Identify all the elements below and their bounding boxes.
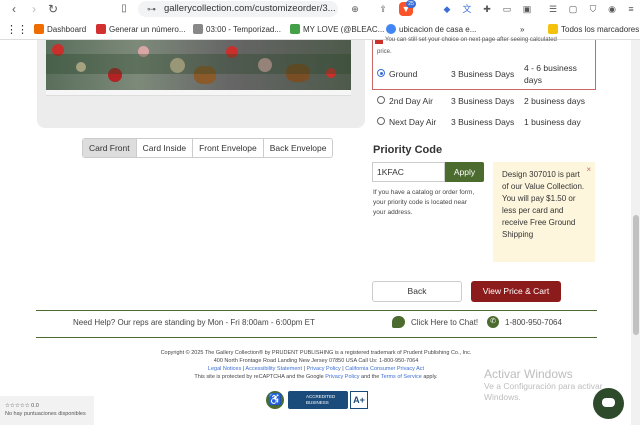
help-bar: Need Help? Our reps are standing by Mon …	[36, 310, 597, 338]
browser-chrome: ‹ › ↻ ▯ ⊶ gallerycollection.com/customiz…	[0, 0, 640, 40]
ground-label: Ground	[389, 69, 418, 79]
chat-icon[interactable]	[392, 316, 405, 328]
translate-icon[interactable]: 文	[460, 2, 474, 16]
bookmark-item[interactable]: 03:00 - Temporizad...	[193, 24, 281, 36]
bbb-badge[interactable]: ACCREDITED BUSINESS	[288, 391, 348, 409]
dashboard-favicon-icon	[34, 24, 44, 34]
apps-grid-icon[interactable]: ⋮⋮	[6, 24, 28, 36]
generator-favicon-icon	[96, 24, 106, 34]
google-privacy-link[interactable]: Privacy Policy	[325, 374, 359, 380]
footer-links: Legal Notices | Accessibility Statement …	[207, 366, 425, 372]
shipping-note-2: price.	[377, 49, 392, 55]
recaptcha-text: This site is protected by reCAPTCHA and …	[194, 374, 438, 380]
copyright-text: Copyright © 2025 The Gallery Collection®…	[160, 350, 472, 356]
mylove-favicon-icon	[290, 24, 300, 34]
bbb-grade: A+	[350, 391, 368, 409]
ground-delivery-2: days	[524, 75, 542, 85]
tab-back-envelope[interactable]: Back Envelope	[264, 139, 333, 157]
google-favicon-icon	[386, 24, 396, 34]
ground-time: 3 Business Days	[451, 69, 515, 79]
bookmark-item[interactable]: Dashboard	[34, 24, 86, 36]
chat-link[interactable]: Click Here to Chat!	[411, 318, 478, 327]
bookmark-item[interactable]: MY LOVE (@BLEAC...	[290, 24, 384, 36]
promo-box: × Design 307010 is part of our Value Col…	[493, 162, 595, 262]
greenery	[46, 54, 351, 74]
accessibility-icon[interactable]: ♿	[266, 391, 284, 409]
next-day-air-label: Next Day Air	[389, 117, 437, 127]
forward-nav-icon[interactable]: ›	[26, 2, 42, 16]
phone-icon: ✆	[487, 316, 499, 328]
terms-link[interactable]: Terms of Service	[381, 374, 422, 380]
radio-ground[interactable]	[377, 69, 385, 77]
share-icon[interactable]: ⇪	[376, 2, 390, 16]
priority-code-input[interactable]: 1KFAC	[372, 162, 445, 182]
address-text: 400 North Frontage Road Landing New Jers…	[213, 358, 419, 364]
card-front-image	[46, 40, 351, 90]
reload-icon[interactable]: ↻	[45, 2, 61, 16]
vpn-icon[interactable]: ⛉	[586, 2, 600, 16]
timer-favicon-icon	[193, 24, 203, 34]
watermark-sub1: Ve a Configuración para activar	[484, 381, 603, 391]
address-bar[interactable]: ⊶ gallerycollection.com/customizeorder/3…	[138, 1, 338, 17]
apply-button[interactable]: Apply	[445, 162, 484, 182]
ccpa-link[interactable]: California Consumer Privacy Act	[345, 366, 424, 372]
radio-next-day-air[interactable]	[377, 117, 385, 125]
puzzle-icon[interactable]: ✚	[480, 2, 494, 16]
chat-fab-button[interactable]	[593, 388, 624, 419]
all-bookmarks[interactable]: Todos los marcadores	[548, 24, 639, 36]
scrollbar-thumb[interactable]	[633, 215, 639, 335]
menu-icon[interactable]: ≡	[624, 2, 638, 16]
card-edge	[46, 90, 351, 96]
preview-tabs: Card Front Card Inside Front Envelope Ba…	[82, 138, 334, 158]
shipping-truck-icon	[375, 40, 383, 44]
2nd-day-air-time: 3 Business Days	[451, 96, 515, 106]
tab-manager-icon[interactable]: ▣	[520, 2, 534, 16]
windows-activation-watermark: Activar Windows Ve a Configuración para …	[484, 368, 603, 403]
help-hours-text: Need Help? Our reps are standing by Mon …	[73, 318, 315, 327]
ground-delivery: 4 - 6 business	[524, 63, 577, 73]
reading-list-icon[interactable]: ☰	[546, 2, 560, 16]
tab-card-front[interactable]: Card Front	[83, 139, 137, 157]
footer: Copyright © 2025 The Gallery Collection®…	[100, 349, 532, 381]
2nd-day-air-label: 2nd Day Air	[389, 96, 433, 106]
folder-icon	[548, 24, 558, 34]
phone-number[interactable]: 1-800-950-7064	[505, 318, 562, 327]
address-url: gallerycollection.com/customizeorder/3..…	[164, 3, 336, 14]
trust-badges: ♿ ACCREDITED BUSINESS A+	[266, 391, 368, 409]
next-day-air-delivery: 1 business day	[524, 117, 581, 127]
shipping-note: You can still set your choice on next pa…	[385, 37, 557, 43]
privacy-policy-link[interactable]: Privacy Policy	[306, 366, 340, 372]
back-button[interactable]: Back	[372, 281, 462, 302]
2nd-day-air-delivery: 2 business days	[524, 96, 585, 106]
priority-code-help: If you have a catalog or order form, you…	[373, 189, 475, 216]
site-info-icon[interactable]: ⊶	[147, 1, 156, 17]
back-nav-icon[interactable]: ‹	[6, 2, 22, 16]
extension-badge: 25	[406, 0, 416, 8]
promo-text: Design 307010 is part of our Value Colle…	[502, 170, 585, 239]
sidebar-toggle-icon[interactable]: ▭	[500, 2, 514, 16]
accessibility-link[interactable]: Accessibility Statement	[245, 366, 302, 372]
close-icon[interactable]: ×	[586, 164, 591, 176]
bookmark-star-icon[interactable]: ▯	[116, 2, 132, 16]
profile-icon[interactable]: ◉	[605, 2, 619, 16]
watermark-sub2: Windows.	[484, 392, 521, 402]
more-bookmarks-icon[interactable]: »	[520, 24, 524, 36]
rating-text: No hay puntuaciones disponibles	[5, 411, 86, 417]
wallet-icon[interactable]: ▢	[566, 2, 580, 16]
radio-2nd-day-air[interactable]	[377, 96, 385, 104]
rating-widget[interactable]: ☆☆☆☆☆ 0.0 No hay puntuaciones disponible…	[0, 396, 94, 425]
legal-notices-link[interactable]: Legal Notices	[208, 366, 241, 372]
zoom-icon[interactable]: ⊕	[348, 2, 362, 16]
tab-card-inside[interactable]: Card Inside	[137, 139, 194, 157]
watermark-title: Activar Windows	[484, 367, 573, 381]
priority-code-title: Priority Code	[373, 144, 443, 156]
extension-icon[interactable]: ◆	[440, 2, 454, 16]
view-price-cart-button[interactable]: View Price & Cart	[471, 281, 561, 302]
next-day-air-time: 3 Business Days	[451, 117, 515, 127]
rating-stars: ☆☆☆☆☆ 0.0	[5, 403, 39, 409]
bookmark-item[interactable]: ubicacion de casa e...	[386, 24, 476, 36]
tab-front-envelope[interactable]: Front Envelope	[193, 139, 264, 157]
bookmark-item[interactable]: Generar un número...	[96, 24, 185, 36]
